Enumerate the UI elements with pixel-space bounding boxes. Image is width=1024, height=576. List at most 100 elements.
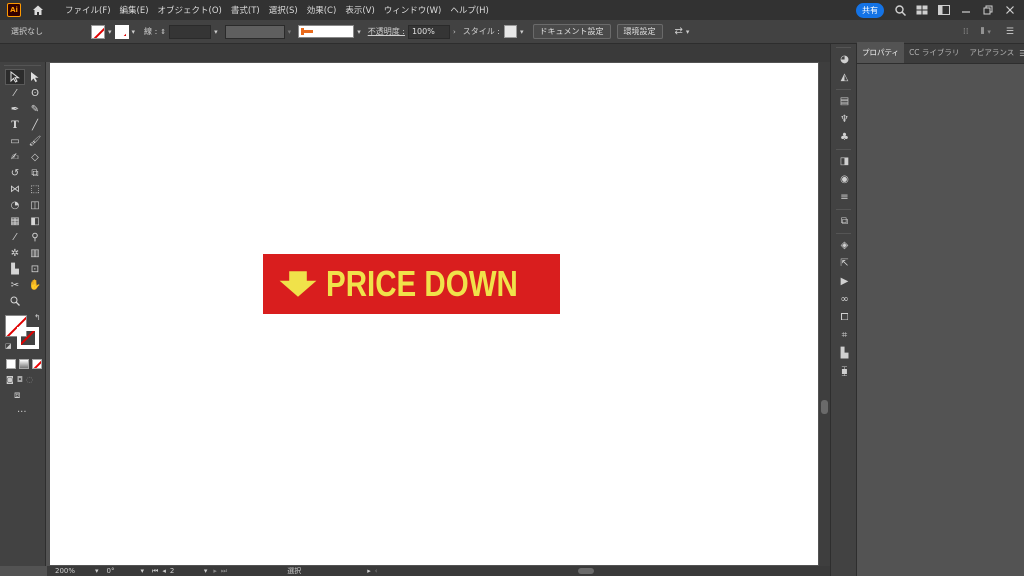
bar-chart-tool-icon[interactable]: ▙	[5, 261, 25, 277]
shaper-tool-icon[interactable]: ✍	[5, 149, 25, 165]
brushes-icon[interactable]: ♆	[831, 110, 858, 128]
stepper-icon[interactable]: ⇕	[160, 28, 166, 36]
symbols-icon[interactable]: ♣	[831, 128, 858, 146]
opacity-field[interactable]: 100%	[407, 24, 450, 39]
selection-tool-icon[interactable]	[5, 69, 25, 85]
more-tools-icon[interactable]: ···	[17, 407, 45, 418]
next-artboard-icon[interactable]: ▸	[213, 567, 217, 575]
last-artboard-icon[interactable]: ⏭	[221, 567, 227, 576]
menu-file[interactable]: ファイル(F)	[65, 4, 111, 16]
color-mode-icon[interactable]	[6, 359, 16, 369]
distribute-icon[interactable]: ⫴	[981, 27, 985, 37]
hand-tool-icon[interactable]: ✋	[25, 277, 45, 293]
transform-icon[interactable]: ⌗	[831, 326, 858, 344]
chevron-down-icon[interactable]: ▾	[204, 567, 208, 575]
canvas-area[interactable]: PRICE DOWN	[47, 62, 819, 566]
line-tool-icon[interactable]: ╱	[25, 117, 45, 133]
screen-mode-icon[interactable]: ⧈	[14, 390, 45, 401]
opacity-label[interactable]: 不透明度 :	[368, 26, 405, 37]
first-artboard-icon[interactable]: ⏮	[152, 567, 158, 576]
gradient-tool-icon[interactable]: ◧	[25, 213, 45, 229]
zoom-tool-icon[interactable]	[5, 293, 25, 309]
stroke-weight-field[interactable]	[169, 24, 212, 39]
default-colors-icon[interactable]: ◪	[5, 342, 12, 350]
tab-properties[interactable]: プロパティ	[857, 42, 905, 63]
panel-menu-icon[interactable]: ☰	[1019, 49, 1024, 58]
vertical-scrollbar[interactable]	[819, 62, 830, 566]
gradient-mode-icon[interactable]	[19, 359, 29, 369]
share-button[interactable]: 共有	[856, 2, 884, 18]
type-tool-icon[interactable]: T	[5, 117, 25, 133]
variable-width-profile[interactable]	[224, 24, 285, 39]
status-menu-icon[interactable]: ▸	[367, 567, 371, 575]
chevron-down-icon[interactable]: ▾	[686, 28, 690, 36]
rotate-tool-icon[interactable]: ↺	[5, 165, 25, 181]
chevron-down-icon[interactable]: ▾	[95, 567, 99, 575]
toolbar-grip[interactable]	[4, 62, 41, 66]
align-icon[interactable]: ⁞⁞	[963, 27, 969, 37]
rotation-value[interactable]: 0°	[107, 567, 137, 575]
pathfinder-icon[interactable]: ⧯	[831, 362, 858, 380]
column-graph-tool-icon[interactable]: ▥	[25, 245, 45, 261]
gradient-panel-icon[interactable]: ◨	[831, 152, 858, 170]
swap-icon[interactable]: ↰	[34, 313, 41, 322]
paintbrush-tool-icon[interactable]: 🖌	[25, 133, 45, 149]
workspace-icon[interactable]	[914, 3, 930, 17]
horizontal-scroll-thumb[interactable]	[577, 568, 594, 574]
menu-select[interactable]: 選択(S)	[269, 4, 298, 16]
chevron-down-icon[interactable]: ▾	[132, 28, 136, 36]
layers-icon[interactable]: ◈	[831, 236, 858, 254]
shape-builder-tool-icon[interactable]: ◔	[5, 197, 25, 213]
tab-cc-libraries[interactable]: CC ライブラリ	[904, 47, 964, 63]
symbol-sprayer-tool-icon[interactable]: ✲	[5, 245, 25, 261]
blend-tool-icon[interactable]: ⚲	[25, 229, 45, 245]
color-panel-icon[interactable]: ◕	[831, 50, 858, 68]
artboards-icon[interactable]: ⧠	[831, 308, 858, 326]
links-icon[interactable]: ∞	[831, 290, 858, 308]
prev-artboard-icon[interactable]: ◂	[162, 567, 166, 575]
chevron-down-icon[interactable]: ▾	[357, 28, 361, 36]
chevron-right-icon[interactable]: ›	[453, 28, 456, 36]
transparency-icon[interactable]: ◉	[831, 170, 858, 188]
tab-appearance[interactable]: アピアランス	[964, 47, 1019, 63]
preferences-button[interactable]: 環境設定	[616, 24, 663, 39]
lasso-tool-icon[interactable]: ʘ	[25, 85, 45, 101]
minimize-icon[interactable]	[958, 3, 974, 17]
scale-tool-icon[interactable]: ⧉	[25, 165, 45, 181]
draw-normal-icon[interactable]: ◙	[6, 375, 14, 384]
price-down-banner[interactable]: PRICE DOWN	[263, 254, 560, 314]
curvature-tool-icon[interactable]: ✎	[25, 101, 45, 117]
draw-behind-icon[interactable]: ◘	[17, 375, 23, 384]
width-tool-icon[interactable]: ⋈	[5, 181, 25, 197]
chevron-down-icon[interactable]: ▾	[520, 28, 524, 36]
scroll-thumb[interactable]	[821, 400, 828, 414]
document-setup-button[interactable]: ドキュメント設定	[532, 24, 611, 39]
stroke-color-swatch[interactable]	[17, 327, 39, 349]
rectangle-tool-icon[interactable]: ▭	[5, 133, 25, 149]
artboard-tool-icon[interactable]: ⊡	[25, 261, 45, 277]
pen-tool-icon[interactable]: ✒	[5, 101, 25, 117]
stroke-swatch[interactable]	[114, 24, 129, 39]
none-mode-icon[interactable]	[32, 359, 42, 369]
free-transform-tool-icon[interactable]: ⬚	[25, 181, 45, 197]
search-icon[interactable]	[892, 3, 908, 17]
restore-icon[interactable]	[980, 3, 996, 17]
slice-tool-icon[interactable]: ✂	[5, 277, 25, 293]
panel-options-icon[interactable]: ☰	[1006, 27, 1014, 37]
menu-edit[interactable]: 編集(E)	[120, 4, 149, 16]
graphic-style-swatch[interactable]	[504, 25, 518, 38]
menu-view[interactable]: 表示(V)	[345, 4, 374, 16]
eyedropper-tool-icon[interactable]: ⁄	[5, 229, 25, 245]
menu-help[interactable]: ヘルプ(H)	[450, 4, 489, 16]
artboard-number[interactable]: 2	[170, 567, 200, 575]
eraser-tool-icon[interactable]: ◇	[25, 149, 45, 165]
brush-definition[interactable]	[298, 25, 355, 38]
swatches-icon[interactable]: ▤	[831, 92, 858, 110]
perspective-grid-tool-icon[interactable]: ◫	[25, 197, 45, 213]
home-icon[interactable]	[31, 3, 45, 17]
recolor-icon[interactable]: ⇄	[675, 26, 683, 37]
arrange-documents-icon[interactable]	[936, 3, 952, 17]
zoom-level[interactable]: 200%	[55, 567, 89, 575]
export-icon[interactable]: ⇱	[831, 254, 858, 272]
mesh-tool-icon[interactable]: ▦	[5, 213, 25, 229]
